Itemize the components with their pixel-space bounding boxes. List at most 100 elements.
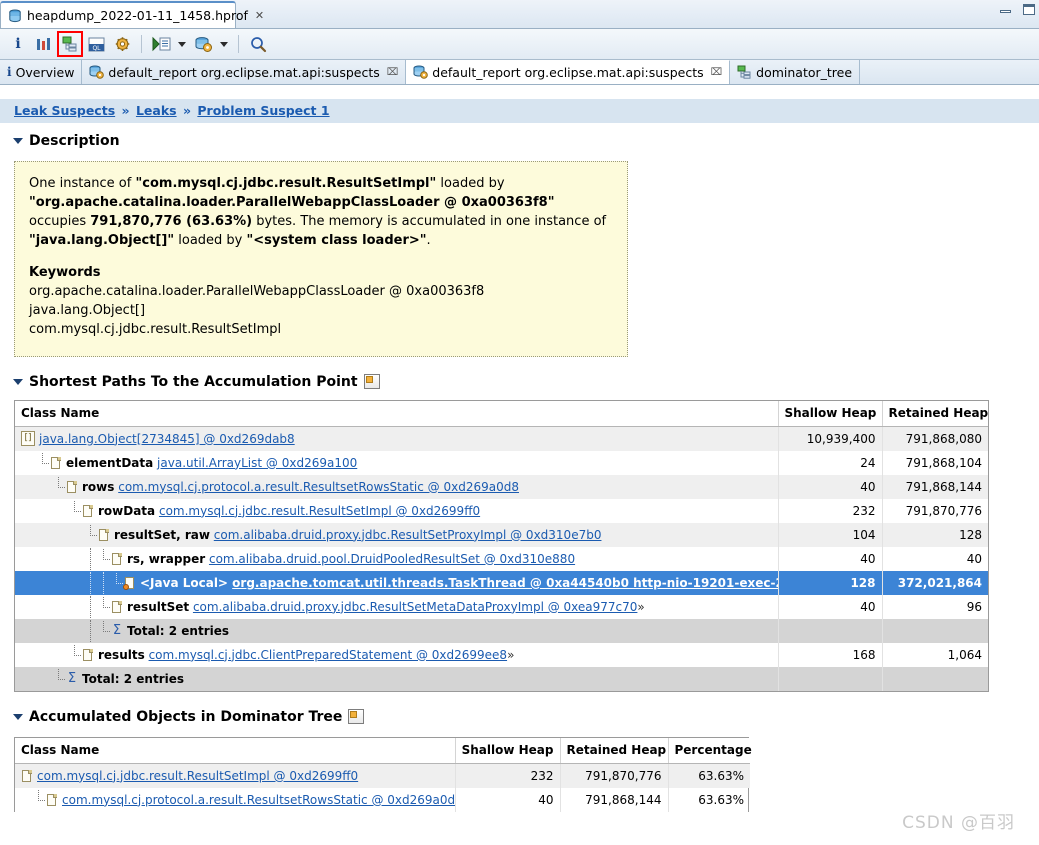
histogram-icon[interactable] bbox=[32, 32, 56, 56]
cell-shallow-heap: 40 bbox=[778, 595, 882, 619]
tab-dominator-tree[interactable]: dominator_tree bbox=[730, 60, 860, 84]
cell-percentage: 63.63% bbox=[668, 763, 750, 788]
object-link[interactable]: com.mysql.cj.jdbc.result.ResultSetImpl @… bbox=[37, 769, 358, 783]
minimize-button[interactable] bbox=[999, 4, 1012, 15]
keyword-item: java.lang.Object[] bbox=[29, 302, 613, 321]
object-link[interactable]: com.mysql.cj.protocol.a.result.Resultset… bbox=[62, 793, 455, 807]
open-in-view-icon[interactable] bbox=[364, 374, 380, 389]
table-row[interactable]: rs, wrapper com.alibaba.druid.pool.Druid… bbox=[15, 547, 988, 571]
column-header-percentage[interactable]: Percentage bbox=[668, 738, 750, 764]
desc-line1-class: "com.mysql.cj.jdbc.result.ResultSetImpl" bbox=[135, 176, 436, 191]
tab-default-report-2[interactable]: default_report org.eclipse.mat.api:suspe… bbox=[406, 60, 730, 84]
tree-guide bbox=[85, 575, 98, 591]
cell-class-name[interactable]: elementData java.util.ArrayList @ 0xd269… bbox=[15, 451, 778, 475]
collapse-twisty-icon[interactable] bbox=[13, 379, 23, 385]
total-label: Total: 2 entries bbox=[82, 672, 184, 686]
cell-retained-heap: 40 bbox=[882, 547, 988, 571]
object-link[interactable]: java.util.ArrayList @ 0xd269a100 bbox=[157, 456, 357, 470]
breadcrumb-problem-suspect-1[interactable]: Problem Suspect 1 bbox=[197, 103, 329, 118]
sigma-icon: Σ bbox=[66, 672, 78, 686]
collapse-twisty-icon[interactable] bbox=[13, 714, 23, 720]
run-report-icon[interactable] bbox=[149, 32, 173, 56]
field-name: elementData bbox=[66, 456, 153, 470]
table-row[interactable]: [] java.lang.Object[2734845] @ 0xd269dab… bbox=[15, 426, 988, 451]
open-heap-dump-dropdown-icon[interactable] bbox=[220, 42, 228, 47]
query-browser-gear-icon[interactable] bbox=[110, 32, 134, 56]
cell-class-name[interactable]: <Java Local> org.apache.tomcat.util.thre… bbox=[15, 571, 778, 595]
table-row[interactable]: rowData com.mysql.cj.jdbc.result.ResultS… bbox=[15, 499, 988, 523]
breadcrumb-leaks[interactable]: Leaks bbox=[136, 103, 177, 118]
more-ellipsis[interactable]: » bbox=[507, 648, 514, 662]
column-header-class-name[interactable]: Class Name bbox=[15, 401, 778, 427]
run-report-dropdown-icon[interactable] bbox=[178, 42, 186, 47]
field-name: rowData bbox=[98, 504, 155, 518]
table-row[interactable]: rows com.mysql.cj.protocol.a.result.Resu… bbox=[15, 475, 988, 499]
shortest-paths-rows: [] java.lang.Object[2734845] @ 0xd269dab… bbox=[15, 426, 988, 691]
tab-default-report-1[interactable]: default_report org.eclipse.mat.api:suspe… bbox=[82, 60, 406, 84]
desc-line3-post: bytes. The memory is accumulated in one … bbox=[252, 214, 606, 229]
cell-class-name[interactable]: resultSet com.alibaba.druid.proxy.jdbc.R… bbox=[15, 595, 778, 619]
cell-class-name[interactable]: rowData com.mysql.cj.jdbc.result.ResultS… bbox=[15, 499, 778, 523]
object-link[interactable]: com.alibaba.druid.pool.DruidPooledResult… bbox=[209, 552, 575, 566]
tab-default-report-1-label: default_report org.eclipse.mat.api:suspe… bbox=[108, 65, 379, 80]
object-link[interactable]: java.lang.Object[2734845] @ 0xd269dab8 bbox=[39, 432, 295, 446]
close-icon[interactable]: ✕ bbox=[253, 9, 264, 22]
section-header-shortest-paths: Shortest Paths To the Accumulation Point bbox=[0, 374, 1039, 390]
cell-shallow-heap: 10,939,400 bbox=[778, 426, 882, 451]
object-icon bbox=[46, 793, 58, 807]
array-icon: [] bbox=[21, 431, 35, 446]
description-paragraph: One instance of "com.mysql.cj.jdbc.resul… bbox=[29, 175, 613, 250]
collapse-twisty-icon[interactable] bbox=[13, 138, 23, 144]
table-row[interactable]: com.mysql.cj.protocol.a.result.Resultset… bbox=[15, 788, 750, 812]
cell-class-name[interactable]: com.mysql.cj.protocol.a.result.Resultset… bbox=[15, 788, 455, 812]
shortest-paths-table: Class Name Shallow Heap Retained Heap []… bbox=[14, 400, 989, 692]
column-header-class-name[interactable]: Class Name bbox=[15, 738, 455, 764]
table-row[interactable]: com.mysql.cj.jdbc.result.ResultSetImpl @… bbox=[15, 763, 750, 788]
editor-tab-heapdump[interactable]: heapdump_2022-01-11_1458.hprof ✕ bbox=[0, 1, 236, 28]
cell-retained-heap bbox=[882, 667, 988, 691]
more-ellipsis[interactable]: » bbox=[637, 600, 644, 614]
column-header-retained-heap[interactable]: Retained Heap bbox=[882, 401, 988, 427]
desc-line1-post: loaded by bbox=[436, 176, 504, 191]
overview-info-icon[interactable]: i bbox=[6, 32, 30, 56]
object-link[interactable]: com.mysql.cj.jdbc.result.ResultSetImpl @… bbox=[159, 504, 480, 518]
table-row[interactable]: resultSet, raw com.alibaba.druid.proxy.j… bbox=[15, 523, 988, 547]
field-name: rows bbox=[82, 480, 114, 494]
table-row[interactable]: elementData java.util.ArrayList @ 0xd269… bbox=[15, 451, 988, 475]
tab-overview[interactable]: i Overview bbox=[0, 60, 82, 84]
table-row[interactable]: resultSet com.alibaba.druid.proxy.jdbc.R… bbox=[15, 595, 988, 619]
object-icon bbox=[111, 600, 123, 614]
cell-class-name[interactable]: [] java.lang.Object[2734845] @ 0xd269dab… bbox=[15, 426, 778, 451]
open-in-view-icon[interactable] bbox=[348, 709, 364, 724]
close-icon[interactable]: ⌧ bbox=[711, 67, 723, 78]
cell-retained-heap: 128 bbox=[882, 523, 988, 547]
table-row[interactable]: results com.mysql.cj.jdbc.ClientPrepared… bbox=[15, 643, 988, 667]
column-header-shallow-heap[interactable]: Shallow Heap bbox=[455, 738, 560, 764]
breadcrumb-leak-suspects[interactable]: Leak Suspects bbox=[14, 103, 115, 118]
close-icon[interactable]: ⌧ bbox=[387, 67, 399, 78]
tree-guide bbox=[85, 551, 98, 567]
table-row-selected[interactable]: <Java Local> org.apache.tomcat.util.thre… bbox=[15, 571, 988, 595]
object-link[interactable]: com.mysql.cj.protocol.a.result.Resultset… bbox=[118, 480, 519, 494]
object-link[interactable]: org.apache.tomcat.util.threads.TaskThrea… bbox=[232, 576, 778, 590]
cell-class-name[interactable]: rs, wrapper com.alibaba.druid.pool.Druid… bbox=[15, 547, 778, 571]
cell-class-name[interactable]: com.mysql.cj.jdbc.result.ResultSetImpl @… bbox=[15, 763, 455, 788]
search-icon[interactable] bbox=[246, 32, 270, 56]
object-link[interactable]: com.mysql.cj.jdbc.ClientPreparedStatemen… bbox=[149, 648, 508, 662]
object-icon bbox=[82, 504, 94, 518]
field-name: rs, wrapper bbox=[127, 552, 205, 566]
cell-shallow-heap: 40 bbox=[778, 547, 882, 571]
open-heap-dump-icon[interactable] bbox=[191, 32, 215, 56]
dominator-tree-icon[interactable] bbox=[58, 32, 82, 56]
column-header-retained-heap[interactable]: Retained Heap bbox=[560, 738, 668, 764]
cell-class-name[interactable]: resultSet, raw com.alibaba.druid.proxy.j… bbox=[15, 523, 778, 547]
cell-class-name[interactable]: results com.mysql.cj.jdbc.ClientPrepared… bbox=[15, 643, 778, 667]
desc-line1-pre: One instance of bbox=[29, 176, 135, 191]
object-link[interactable]: com.alibaba.druid.proxy.jdbc.ResultSetMe… bbox=[193, 600, 637, 614]
cell-class-name[interactable]: rows com.mysql.cj.protocol.a.result.Resu… bbox=[15, 475, 778, 499]
report-body: Leak Suspects » Leaks » Problem Suspect … bbox=[0, 85, 1039, 845]
column-header-shallow-heap[interactable]: Shallow Heap bbox=[778, 401, 882, 427]
oql-icon[interactable]: QL bbox=[84, 32, 108, 56]
maximize-button[interactable] bbox=[1022, 4, 1035, 15]
object-link[interactable]: com.alibaba.druid.proxy.jdbc.ResultSetPr… bbox=[214, 528, 602, 542]
